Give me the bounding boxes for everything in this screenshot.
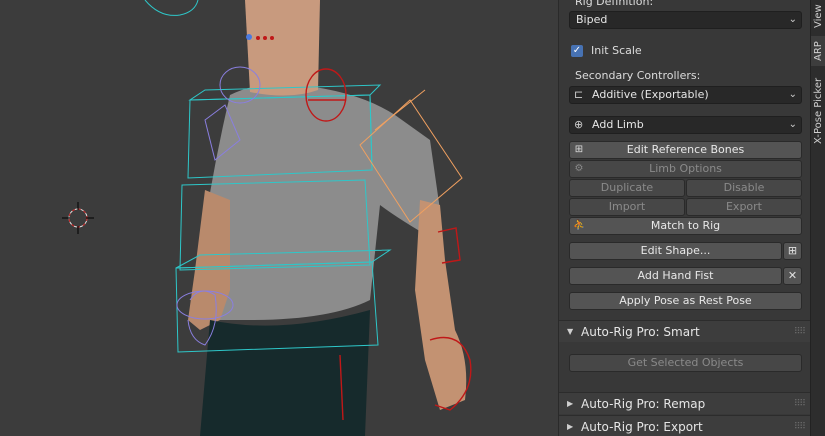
import-button[interactable]: Import [569,198,685,216]
import-label: Import [608,200,646,213]
export-label: Export [725,200,762,213]
rig-scene [62,0,472,436]
get-selected-objects-label: Get Selected Objects [627,356,744,369]
remove-hand-fist-button[interactable]: ✕ [783,267,802,285]
chevron-down-icon: ⌄ [788,89,797,100]
tab-arp[interactable]: ARP [811,36,825,66]
edit-shape-button[interactable]: Edit Shape... [569,242,782,260]
rig-definition-dropdown[interactable]: Biped ⌄ [569,11,802,29]
tab-view[interactable]: View [811,0,825,34]
apply-pose-as-rest-pose-button[interactable]: Apply Pose as Rest Pose [569,292,802,310]
close-icon: ✕ [787,269,798,282]
apply-pose-label: Apply Pose as Rest Pose [619,294,752,307]
chevron-down-icon: ⌄ [788,14,797,25]
add-hand-fist-button[interactable]: Add Hand Fist [569,267,782,285]
export-button[interactable]: Export [686,198,802,216]
edit-shape-label: Edit Shape... [640,244,711,257]
edit-reference-bones-button[interactable]: ⊞ Edit Reference Bones [569,141,802,159]
tab-arp-label: ARP [813,41,824,61]
disable-button[interactable]: Disable [686,179,802,197]
export-section-title: Auto-Rig Pro: Export [581,420,703,434]
head-top-control [144,0,199,16]
smart-section-title: Auto-Rig Pro: Smart [581,325,700,339]
sidebar-tabs: View ARP X-Pose Picker [810,0,825,436]
3d-cursor-icon [62,202,94,234]
tab-x-pose-picker[interactable]: X-Pose Picker [811,68,825,148]
add-hand-fist-label: Add Hand Fist [637,269,714,282]
duplicate-label: Duplicate [600,181,654,194]
tab-x-pose-picker-label: X-Pose Picker [813,77,824,144]
get-selected-objects-button[interactable]: Get Selected Objects [569,354,802,372]
secondary-controllers-value: Additive (Exportable) [592,88,709,101]
init-scale-checkbox[interactable]: ✓ [571,45,583,57]
remap-section-header[interactable]: ▶ Auto-Rig Pro: Remap ⠿⠿ [559,392,811,414]
running-figure-icon: ⛹ [573,220,586,231]
disable-label: Disable [723,181,765,194]
init-scale-label: Init Scale [591,44,642,57]
secondary-controllers-dropdown[interactable]: ⊏ Additive (Exportable) ⌄ [569,86,802,104]
drag-grip-icon[interactable]: ⠿⠿ [794,321,806,343]
duplicate-button[interactable]: Duplicate [569,179,685,197]
secondary-controllers-label: Secondary Controllers: [575,69,701,82]
chevron-down-icon: ⌄ [788,119,797,130]
rig-definition-value: Biped [576,13,608,26]
edit-reference-bones-label: Edit Reference Bones [626,143,745,156]
3d-viewport[interactable] [0,0,558,436]
export-section-header[interactable]: ▶ Auto-Rig Pro: Export ⠿⠿ [559,415,811,436]
bones-icon: ⊞ [574,144,584,155]
limb-options-button[interactable]: ⚙ Limb Options [569,160,802,178]
tab-view-label: View [813,4,824,28]
triangle-down-icon: ▼ [567,327,574,336]
add-limb-label: Add Limb [592,118,644,131]
triangle-right-icon: ▶ [567,422,574,431]
drag-grip-icon[interactable]: ⠿⠿ [794,393,806,415]
bone-chain-icon: ⊏ [574,88,584,101]
match-to-rig-button[interactable]: ⛹ Match to Rig [569,217,802,235]
mirror-shape-icon: ⊞ [787,244,798,257]
match-to-rig-label: Match to Rig [650,219,721,232]
triangle-right-icon: ▶ [567,399,574,408]
smart-section-header[interactable]: ▼ Auto-Rig Pro: Smart ⠿⠿ [559,320,811,342]
character-pants [200,310,370,436]
arp-properties-panel: Rig Definition: Biped ⌄ ✓ Init Scale Sec… [558,0,811,436]
remap-section-title: Auto-Rig Pro: Remap [581,397,706,411]
mirror-shape-button[interactable]: ⊞ [783,242,802,260]
rig-definition-label: Rig Definition: [575,0,654,8]
gear-icon: ⚙ [574,163,584,174]
drag-grip-icon[interactable]: ⠿⠿ [794,416,806,436]
plus-circle-icon: ⊕ [574,118,584,131]
add-limb-dropdown[interactable]: ⊕ Add Limb ⌄ [569,116,802,134]
limb-options-label: Limb Options [649,162,722,175]
